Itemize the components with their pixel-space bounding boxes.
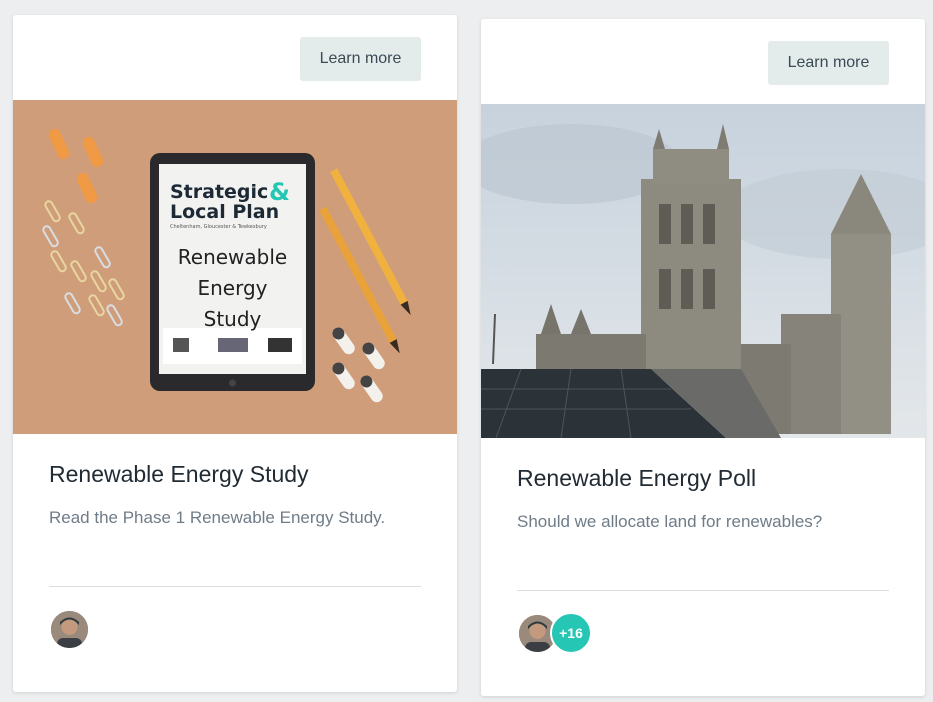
card-image-tablet: Strategic & Local Plan Cheltenham, Glouc…	[13, 100, 457, 434]
more-participants-badge: +16	[550, 612, 592, 654]
tablet-study-line1: Renewable	[178, 245, 287, 269]
tablet-subtitle: Cheltenham, Gloucester & Tewkesbury	[170, 224, 267, 230]
card-description: Should we allocate land for renewables?	[517, 512, 823, 531]
learn-more-button[interactable]: Learn more	[300, 37, 421, 81]
card-image-cathedral	[481, 104, 925, 438]
card-renewable-energy-study[interactable]: Learn more Strategic & Local Plan Chelte…	[13, 15, 457, 692]
participants	[49, 608, 90, 650]
learn-more-button[interactable]: Learn more	[768, 41, 889, 85]
tablet-study-line2: Energy	[197, 276, 267, 300]
avatar	[49, 608, 90, 650]
card-description: Read the Phase 1 Renewable Energy Study.	[49, 508, 386, 527]
card-title[interactable]: Renewable Energy Poll	[517, 465, 756, 492]
tablet-heading-line2: Local Plan	[170, 201, 279, 223]
tablet-heading-line1: Strategic	[170, 181, 268, 203]
card-title[interactable]: Renewable Energy Study	[49, 461, 309, 488]
divider	[517, 590, 889, 591]
divider	[49, 586, 421, 587]
card-renewable-energy-poll[interactable]: Learn more Renewable Energy Poll Should …	[481, 19, 925, 696]
tablet-study-line3: Study	[204, 307, 262, 331]
participants: +16	[517, 612, 592, 654]
